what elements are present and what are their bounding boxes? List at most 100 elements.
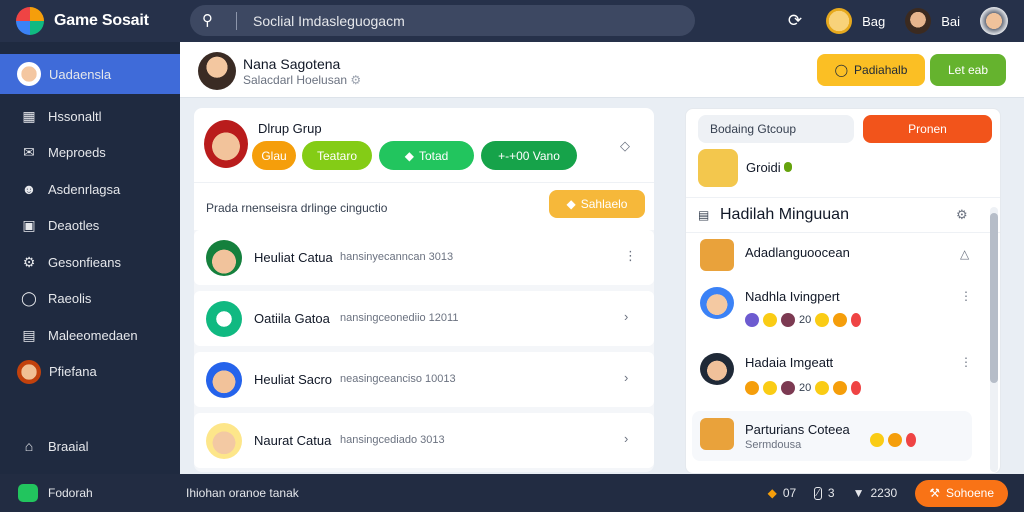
green-action-button[interactable]: Let eab <box>930 54 1006 86</box>
sidebar-item-raeolis[interactable]: ◯ Raeolis <box>0 281 180 318</box>
sidebar-item-gesonfieans[interactable]: ⚙ Gesonfieans <box>0 244 180 281</box>
info-row: Prada rnenseisra drlinge cinguctio ◆ Sahl… <box>194 182 654 230</box>
gear-icon[interactable]: ⚙ <box>350 73 361 87</box>
scrollbar-thumb[interactable] <box>990 213 998 383</box>
reward-item[interactable]: Hadaia Imgeatt ⋮ 20 <box>686 351 989 413</box>
list-item-name: Heuliat Catua <box>254 250 333 265</box>
profile-avatar[interactable] <box>980 7 1008 35</box>
rewards-panel: Bodaing Gtcoup Pronen Groidi ▤ Hadilah M… <box>685 108 1001 474</box>
sidebar-item-label: Raeolis <box>48 291 92 307</box>
section-header: ▤ Hadilah Minguuan ⚙ <box>686 197 1000 233</box>
sidebar-item-pfiefana[interactable]: Pfiefana <box>0 354 180 391</box>
avatar <box>17 359 41 384</box>
settings-icon[interactable]: ⚙ <box>956 207 968 223</box>
list-item[interactable]: Heuliat Catua hansinyecanncan 3013 ⋮ <box>194 230 654 285</box>
diamond-icon[interactable]: ◇ <box>620 138 630 154</box>
user-avatar-2[interactable] <box>905 8 932 34</box>
bottom-action-button[interactable]: ⚒ Sohoene <box>915 479 1008 507</box>
gem-icon: ◆ <box>566 197 576 211</box>
list-item[interactable]: Oatiila Gatoa nansingceonediio 12011 › <box>194 291 654 346</box>
list-item-meta: neasingceanciso 10013 <box>340 373 456 385</box>
emoji-icon <box>763 381 777 395</box>
user-avatar-1[interactable] <box>826 8 853 34</box>
orange-action-button[interactable]: Pronen <box>863 115 992 143</box>
chevron-right-icon[interactable]: › <box>624 309 628 324</box>
refresh-icon[interactable]: ⟳ <box>788 11 802 31</box>
pill-button-3[interactable]: ◆ Totad <box>379 141 474 170</box>
sidebar-item-braaial[interactable]: ⌂ Braaial <box>0 428 180 465</box>
app-logo[interactable] <box>16 7 44 35</box>
sidebar-item-label: Asdenrlagsa <box>48 181 121 197</box>
group-row[interactable]: Groidi <box>686 149 1000 195</box>
pill-button-2[interactable]: Teataro <box>302 141 372 170</box>
emoji-icon <box>906 433 916 447</box>
share-icon[interactable]: △ <box>960 247 969 261</box>
bottom-left[interactable]: Fodorah <box>18 484 93 502</box>
user-label-1[interactable]: Bag <box>862 14 885 29</box>
emoji-icon <box>870 433 884 447</box>
avatar[interactable] <box>198 52 236 90</box>
wrench-icon: ⚒ <box>929 486 940 500</box>
sidebar-item-meproeds[interactable]: ✉ Meproeds <box>0 135 180 172</box>
list-item-name: Naurat Catua <box>254 433 332 448</box>
user-label-2[interactable]: Bai <box>941 14 960 29</box>
sidebar-item-label: Uadaensla <box>49 66 112 82</box>
list-item[interactable]: Naurat Catua hansingcediado 3013 › <box>194 413 654 468</box>
group-title: Dlrup Grup <box>258 121 322 136</box>
stat-signal[interactable]: ▼ 2230 <box>853 486 898 500</box>
stat-coins[interactable]: ◆ 07 <box>768 486 797 500</box>
emoji-icon <box>781 381 795 395</box>
people-icon: ☻ <box>21 181 37 198</box>
emoji-icon <box>888 433 902 447</box>
avatar <box>700 353 734 385</box>
more-icon[interactable]: ⋮ <box>624 248 637 264</box>
group-search-input[interactable]: Bodaing Gtcoup <box>698 115 854 143</box>
more-icon[interactable]: ⋮ <box>960 289 972 303</box>
chest-icon <box>700 239 734 271</box>
avatar <box>206 240 242 276</box>
sidebar-item-deaotles[interactable]: ▣ Deaotles <box>0 208 180 245</box>
more-icon[interactable]: ⋮ <box>960 355 972 369</box>
bottom-right: ◆ 07 ∕ 3 ▼ 2230 ⚒ Sohoene <box>768 479 1008 507</box>
emoji-icon <box>851 313 862 327</box>
chevron-right-icon[interactable]: › <box>624 370 628 385</box>
list-item-meta: nansingceonediio 12011 <box>340 312 459 324</box>
sidebar-item-label: Hssonaltl <box>48 108 102 124</box>
gold-button[interactable]: ◆ Sahlaelo <box>549 190 645 218</box>
emoji-icon <box>781 313 795 327</box>
list-item[interactable]: Heuliat Sacro neasingceanciso 10013 › <box>194 352 654 407</box>
sidebar-item-uadaensla[interactable]: Uadaensla <box>0 54 180 94</box>
yellow-action-button[interactable]: ◯ Padiahalb <box>817 54 925 86</box>
sidebar-item-label: Maleeomedaen <box>48 327 138 343</box>
pill-button-1[interactable]: Glau <box>252 141 296 170</box>
chevron-right-icon[interactable]: › <box>624 431 628 446</box>
pill-button-4[interactable]: +-+00 Vano <box>481 141 577 170</box>
play-icon: ◆ <box>404 148 414 163</box>
mail-icon: ✉ <box>23 144 35 161</box>
profile-subtitle: Salacdarl Hoelusan ⚙ <box>243 73 362 87</box>
reward-item[interactable]: Parturians Coteea Sermdousa <box>692 411 972 461</box>
reaction-row: 20 <box>745 313 862 327</box>
reward-item[interactable]: Adadlanguoocean △ <box>686 237 989 287</box>
chest-icon <box>700 418 734 450</box>
search-input[interactable] <box>253 12 653 29</box>
avatar <box>206 362 242 398</box>
reward-title: Hadaia Imgeatt <box>745 355 834 370</box>
search-bar[interactable]: ⚲ <box>190 5 695 36</box>
sidebar-item-asdenrlagsa[interactable]: ☻ Asdenrlagsa <box>0 171 180 208</box>
search-icon[interactable]: ⚲ <box>202 12 218 29</box>
scrollbar[interactable] <box>990 207 998 472</box>
signal-icon: ▼ <box>852 486 865 500</box>
reaction-row: 20 <box>745 381 862 395</box>
avatar[interactable] <box>204 120 248 168</box>
circle-icon: ◯ <box>834 63 849 77</box>
reward-item[interactable]: Nadhla Ivingpert ⋮ 20 <box>686 285 989 347</box>
sidebar-item-hssonaltl[interactable]: ▦ Hssonaltl <box>0 98 180 135</box>
chat-icon: ◯ <box>21 290 37 307</box>
member-list: Heuliat Catua hansinyecanncan 3013 ⋮ Oat… <box>194 230 654 472</box>
sidebar-item-maleeomedaen[interactable]: ▤ Maleeomedaen <box>0 317 180 354</box>
sidebar-item-label: Braaial <box>48 438 89 454</box>
stat-level[interactable]: ∕ 3 <box>814 486 835 500</box>
avatar <box>206 423 242 459</box>
list-icon: ▤ <box>698 208 710 222</box>
